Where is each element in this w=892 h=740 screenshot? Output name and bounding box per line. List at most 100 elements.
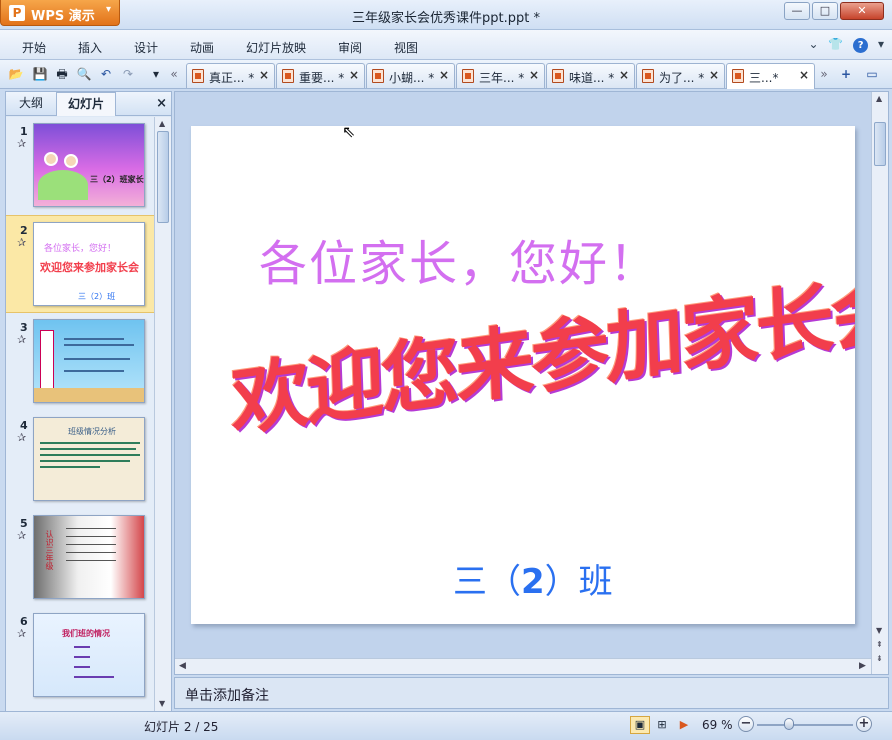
ppt-file-icon — [282, 69, 294, 83]
close-window-button[interactable]: ✕ — [840, 2, 884, 20]
menu-home[interactable]: 开始 — [22, 39, 46, 56]
new-tab-icon[interactable]: + — [838, 66, 854, 82]
document-tab-active[interactable]: 三...* × — [726, 63, 815, 89]
text-line — [64, 344, 134, 346]
next-slide-icon[interactable]: ⇟ — [876, 654, 883, 663]
animation-star-icon: ✰ — [17, 333, 27, 346]
collapse-ribbon-icon[interactable]: ⌄ — [808, 37, 818, 51]
undo-icon[interactable]: ↶ — [98, 66, 114, 82]
menu-design[interactable]: 设计 — [134, 39, 158, 56]
redo-icon[interactable]: ↷ — [120, 66, 136, 82]
slide-thumbnail-row[interactable]: 4 ✰ 班级情况分析 — [6, 411, 154, 509]
scrollbar-thumb[interactable] — [874, 122, 886, 166]
close-tab-icon[interactable]: × — [349, 68, 359, 82]
save-icon[interactable]: 💾 — [32, 66, 48, 82]
slide-greeting-text[interactable]: 各位家长，您好！ — [259, 224, 659, 294]
slide-class-text[interactable]: 三（2）班 — [453, 554, 613, 603]
slide-thumbnail-row[interactable]: 5 ✰ 认识三年级 — [6, 509, 154, 607]
document-tab[interactable]: 小蝴... * × — [366, 63, 455, 88]
slideshow-view-icon[interactable]: ▶ — [674, 716, 694, 734]
scroll-right-icon[interactable]: ▶ — [859, 661, 866, 671]
tab-list-icon[interactable]: ▭ — [864, 66, 880, 82]
document-tab[interactable]: 三年... * × — [456, 63, 545, 88]
menu-review[interactable]: 审阅 — [338, 39, 362, 56]
slide-canvas[interactable]: 各位家长，您好！ 欢迎您来参加家长会 三（2）班 — [191, 126, 855, 624]
slide-thumbnail[interactable]: 认识三年级 — [33, 515, 145, 599]
maximize-button[interactable]: □ — [812, 2, 838, 20]
zoom-out-button[interactable]: − — [738, 716, 754, 732]
skin-icon[interactable]: 👕 — [828, 37, 843, 51]
document-tab[interactable]: 重要... * × — [276, 63, 365, 88]
normal-view-icon[interactable]: ▣ — [630, 716, 650, 734]
open-folder-icon[interactable]: 📂 — [8, 66, 24, 82]
slide-thumbnail[interactable]: 我们班的情况 — [33, 613, 145, 697]
close-tab-icon[interactable]: × — [709, 68, 719, 82]
slide-thumbnail[interactable]: 三（2）班家长会 — [33, 123, 145, 207]
close-icon[interactable]: × — [156, 96, 167, 111]
animation-star-icon: ✰ — [17, 529, 27, 542]
scroll-left-icon[interactable]: ◀ — [179, 661, 186, 671]
scroll-up-icon[interactable]: ▲ — [876, 94, 882, 103]
notes-pane[interactable]: 单击添加备注 — [174, 677, 889, 709]
slide-thumbnail-row-selected[interactable]: 2 ✰ 各位家长，您好！ 欢迎您来参加家长会 三（2）班 — [6, 215, 154, 313]
animation-star-icon: ✰ — [17, 627, 27, 640]
scroll-up-icon[interactable]: ▲ — [159, 119, 165, 128]
tab-outline[interactable]: 大纲 — [10, 92, 52, 116]
close-tab-icon[interactable]: × — [799, 68, 809, 82]
menu-insert[interactable]: 插入 — [78, 39, 102, 56]
document-tab[interactable]: 为了... * × — [636, 63, 725, 88]
animation-star-icon: ✰ — [17, 137, 27, 150]
text-line — [74, 676, 114, 678]
text-line — [40, 448, 136, 450]
editor-vertical-scrollbar[interactable]: ▲ ▼ ⇞ ⇟ — [871, 92, 888, 674]
tabs-scroll-left-icon[interactable]: « — [166, 66, 182, 82]
zoom-in-button[interactable]: + — [856, 716, 872, 732]
menu-view[interactable]: 视图 — [394, 39, 418, 56]
document-tab[interactable]: 味道... * × — [546, 63, 635, 88]
print-preview-icon[interactable]: 🔍 — [76, 66, 92, 82]
sand-shape — [34, 388, 144, 402]
slide-sorter-view-icon[interactable]: ⊞ — [652, 716, 672, 734]
document-tab[interactable]: 真正... * × — [186, 63, 275, 88]
title-box — [40, 330, 54, 392]
scroll-down-icon[interactable]: ▼ — [876, 626, 882, 635]
print-icon[interactable]: 🖶 — [54, 66, 70, 82]
slide-thumbnail[interactable]: 各位家长，您好！ 欢迎您来参加家长会 三（2）班 — [33, 222, 145, 306]
toolbar-dropdown-icon[interactable]: ▾ — [148, 66, 164, 82]
slide-thumbnail[interactable] — [33, 319, 145, 403]
menu-animation[interactable]: 动画 — [190, 39, 214, 56]
scroll-down-icon[interactable]: ▼ — [159, 699, 165, 708]
tab-slides[interactable]: 幻灯片 — [56, 92, 116, 116]
minimize-button[interactable]: — — [784, 2, 810, 20]
class-prefix: 三（ — [453, 562, 521, 602]
close-tab-icon[interactable]: × — [259, 68, 269, 82]
slide-thumbnail[interactable]: 班级情况分析 — [33, 417, 145, 501]
help-dropdown-icon[interactable]: ▾ — [878, 37, 884, 51]
tab-label: 为了... * — [659, 71, 705, 85]
text-line — [40, 454, 140, 456]
slide-thumbnail-row[interactable]: 3 ✰ — [6, 313, 154, 411]
panel-tabs: 大纲 幻灯片 × — [6, 92, 171, 116]
slide-thumbnail-row[interactable]: 6 ✰ 我们班的情况 — [6, 607, 154, 705]
menu-slideshow[interactable]: 幻灯片放映 — [246, 39, 306, 56]
ppt-file-icon — [372, 69, 384, 83]
tab-label: 小蝴... * — [389, 71, 435, 85]
close-tab-icon[interactable]: × — [439, 68, 449, 82]
editor-horizontal-scrollbar[interactable]: ◀ ▶ — [175, 658, 871, 674]
tabs-scroll-right-icon[interactable]: » — [816, 66, 832, 82]
zoom-level[interactable]: 69 % — [702, 718, 733, 732]
zoom-slider-track[interactable] — [757, 724, 853, 726]
previous-slide-icon[interactable]: ⇞ — [876, 640, 883, 649]
slide-thumbnail-row[interactable]: 1 ✰ 三（2）班家长会 — [6, 117, 154, 215]
tab-label: 真正... * — [209, 71, 255, 85]
thumbnail-scrollbar[interactable]: ▲ ▼ — [154, 117, 171, 711]
thumb-text: 三（2）班家长会 — [90, 175, 144, 184]
zoom-slider-thumb[interactable] — [784, 718, 794, 730]
help-icon[interactable]: ? — [853, 38, 869, 53]
close-tab-icon[interactable]: × — [529, 68, 539, 82]
text-line — [64, 338, 124, 340]
mouse-cursor-icon: ⇖ — [342, 122, 356, 141]
scrollbar-thumb[interactable] — [157, 131, 169, 223]
text-line — [40, 466, 100, 468]
close-tab-icon[interactable]: × — [619, 68, 629, 82]
